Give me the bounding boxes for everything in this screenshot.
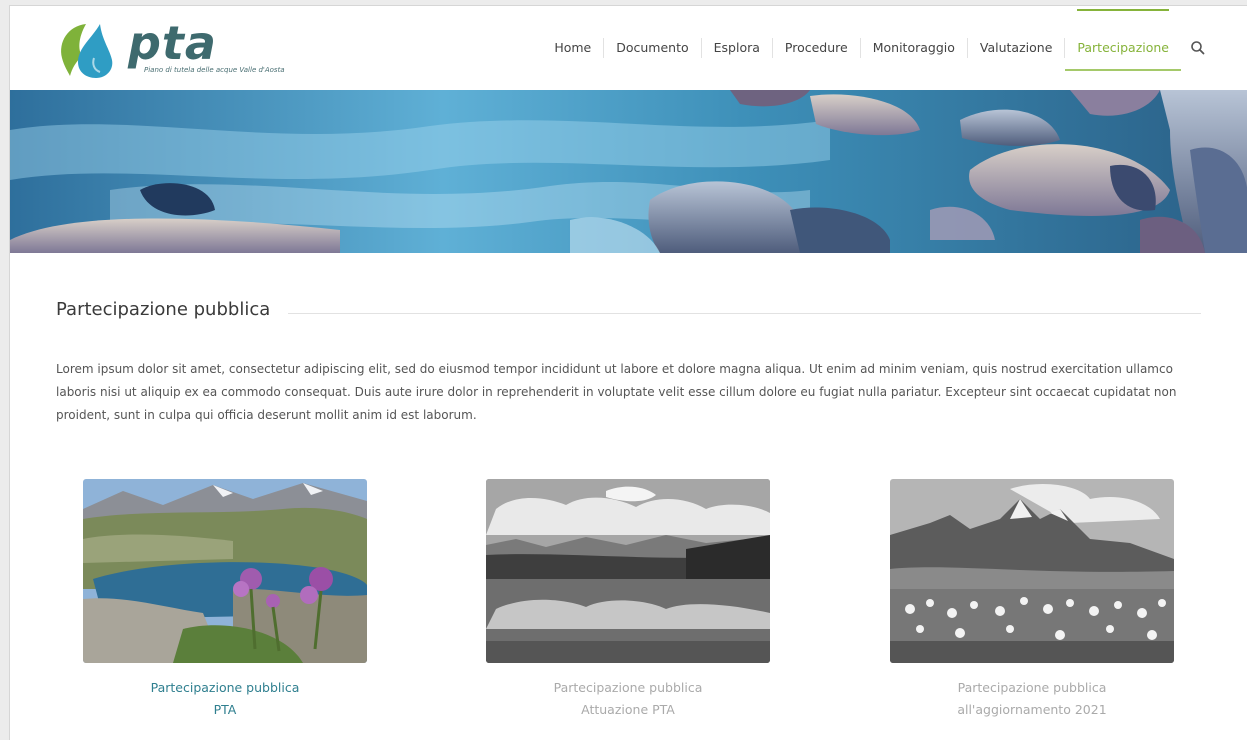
logo-wordmark: pta <box>128 16 217 70</box>
search-button[interactable] <box>1189 39 1207 57</box>
card-caption-line1[interactable]: Partecipazione pubblica <box>890 677 1174 699</box>
card-image-lake-reflection[interactable] <box>486 479 770 663</box>
nav-item-documento[interactable]: Documento <box>603 38 700 58</box>
hero-banner-image <box>10 90 1247 253</box>
title-divider <box>288 313 1201 314</box>
nav-item-valutazione[interactable]: Valutazione <box>966 38 1065 58</box>
nav-item-monitoraggio[interactable]: Monitoraggio <box>859 38 967 58</box>
card-attuazione-pta[interactable]: Partecipazione pubblica Attuazione PTA <box>486 479 770 721</box>
card-image-mountain-lake[interactable] <box>83 479 367 663</box>
nav-item-home[interactable]: Home <box>542 38 603 58</box>
card-caption-line2[interactable]: Attuazione PTA <box>486 699 770 721</box>
card-caption-line2[interactable]: all'aggiornamento 2021 <box>890 699 1174 721</box>
card-caption[interactable]: Partecipazione pubblica all'aggiornament… <box>890 677 1174 721</box>
main-navigation: Home Documento Esplora Procedure Monitor… <box>542 9 1207 71</box>
card-caption[interactable]: Partecipazione pubblica Attuazione PTA <box>486 677 770 721</box>
nav-item-esplora[interactable]: Esplora <box>700 38 772 58</box>
logo-tagline: Piano di tutela delle acque Valle d'Aost… <box>144 66 285 74</box>
search-icon <box>1191 41 1205 55</box>
water-leaf-logo-icon <box>61 24 113 78</box>
page-title: Partecipazione pubblica <box>56 299 271 320</box>
site-logo[interactable]: pta Piano di tutela delle acque Valle d'… <box>56 18 296 80</box>
intro-paragraph: Lorem ipsum dolor sit amet, consectetur … <box>56 362 1177 422</box>
card-caption-line1[interactable]: Partecipazione pubblica <box>83 677 367 699</box>
card-image-mountain-cotton-grass[interactable] <box>890 479 1174 663</box>
card-caption-line2[interactable]: PTA <box>83 699 367 721</box>
nav-item-procedure[interactable]: Procedure <box>771 38 860 58</box>
card-aggiornamento-2021[interactable]: Partecipazione pubblica all'aggiornament… <box>890 479 1174 721</box>
card-partecipazione-pta[interactable]: Partecipazione pubblica PTA <box>83 479 367 721</box>
page-frame: pta Piano di tutela delle acque Valle d'… <box>9 5 1247 740</box>
nav-item-partecipazione[interactable]: Partecipazione <box>1064 9 1181 71</box>
card-caption-line1[interactable]: Partecipazione pubblica <box>486 677 770 699</box>
site-header: pta Piano di tutela delle acque Valle d'… <box>10 6 1247 90</box>
card-caption[interactable]: Partecipazione pubblica PTA <box>83 677 367 721</box>
